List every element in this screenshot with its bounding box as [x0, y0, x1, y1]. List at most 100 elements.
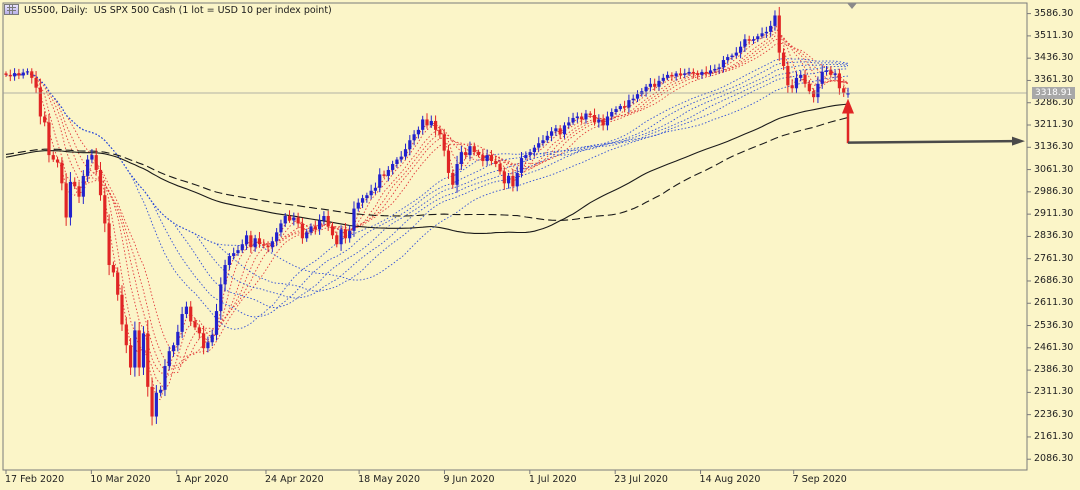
candle-body: [635, 94, 640, 99]
dark-right-arrow-icon: [847, 136, 1025, 146]
candle-body: [133, 330, 137, 368]
candle: [189, 301, 193, 327]
y-tick-label: 2911.30: [1034, 208, 1074, 220]
candle-body: [214, 311, 219, 335]
candle-body: [300, 223, 305, 239]
candle-body: [163, 366, 167, 390]
price-chart[interactable]: [0, 0, 1080, 490]
candle: [481, 148, 485, 167]
candle-body: [391, 164, 395, 170]
candle: [425, 113, 429, 129]
candle-body: [378, 174, 382, 188]
candle: [605, 111, 610, 131]
candle-body: [330, 226, 335, 236]
candle-body: [489, 155, 494, 162]
candle: [98, 162, 103, 201]
candle-body: [210, 334, 214, 343]
candle-body: [326, 216, 330, 227]
candle-body: [279, 223, 283, 233]
candle: [597, 114, 601, 128]
candle: [747, 35, 751, 45]
candle-body: [739, 46, 743, 53]
candle: [657, 75, 661, 91]
candle: [17, 68, 21, 80]
y-tick-label: 2836.30: [1034, 230, 1074, 242]
candle: [111, 261, 115, 277]
candle: [378, 168, 382, 193]
candle: [219, 277, 223, 320]
x-tick-label: 1 Jul 2020: [528, 474, 577, 485]
candle-body: [34, 77, 38, 88]
candle-body: [73, 181, 77, 187]
candle-body: [747, 39, 751, 41]
x-tick-label: 18 May 2020: [358, 474, 421, 485]
candle-body: [790, 85, 794, 89]
candle: [571, 112, 575, 125]
candle-body: [545, 135, 549, 141]
x-tick-label: 9 Jun 2020: [443, 474, 495, 485]
x-tick-label: 23 Jul 2020: [614, 474, 668, 485]
ma-line: [5, 73, 849, 281]
y-tick-label: 2461.30: [1034, 341, 1074, 353]
y-tick-label: 2761.30: [1034, 252, 1074, 264]
candle: [558, 125, 562, 139]
candle-body: [399, 156, 403, 160]
candle-body: [519, 158, 524, 173]
candle-body: [562, 125, 567, 135]
candle: [25, 68, 30, 75]
candle-body: [292, 217, 296, 221]
candle: [360, 194, 365, 209]
candle: [648, 78, 652, 92]
candle-body: [610, 112, 614, 117]
x-tick-label: 17 Feb 2020: [5, 474, 65, 485]
candle-body: [794, 77, 799, 89]
candle-body: [515, 172, 519, 187]
candle-body: [412, 134, 416, 141]
candle: [635, 90, 640, 102]
candle-body: [554, 128, 558, 132]
candle-body: [721, 60, 726, 68]
candle: [726, 54, 730, 64]
y-tick-label: 2986.30: [1034, 185, 1074, 197]
candle: [833, 70, 837, 80]
y-tick-label: 3061.30: [1034, 163, 1074, 175]
candle-body: [537, 143, 541, 148]
scroll-shift-triangle-icon[interactable]: [847, 3, 857, 9]
current-price-tag: 3318.91: [1032, 87, 1076, 99]
candle-body: [485, 155, 489, 162]
candle: [206, 336, 210, 353]
candle-body: [584, 113, 588, 120]
candle-body: [833, 73, 837, 75]
y-tick-label: 3436.30: [1034, 52, 1074, 64]
candle-body: [812, 91, 816, 98]
candle-body: [524, 155, 528, 159]
candle-body: [116, 272, 120, 295]
candle: [485, 149, 489, 166]
candle-body: [107, 223, 111, 266]
candle-body: [8, 74, 12, 77]
candle: [601, 114, 605, 131]
candle: [627, 94, 631, 113]
candle-body: [696, 73, 700, 75]
candle: [124, 316, 128, 354]
candle-body: [21, 72, 25, 76]
candle: [549, 127, 554, 142]
candle-body: [653, 83, 657, 87]
candle-body: [47, 122, 51, 156]
candle-body: [223, 265, 227, 285]
candle-body: [189, 306, 193, 322]
chart-window: US500, Daily: US SPX 500 Cash (1 lot = U…: [0, 0, 1080, 490]
candle-body: [751, 39, 756, 41]
candle: [515, 166, 519, 192]
candle-body: [236, 250, 240, 254]
candle: [369, 184, 373, 200]
candle: [47, 113, 51, 163]
candle: [498, 159, 502, 175]
candle-body: [339, 229, 343, 245]
candle: [537, 137, 541, 152]
candle-body: [829, 70, 833, 75]
y-tick-label: 3136.30: [1034, 141, 1074, 153]
candle-body: [730, 55, 734, 58]
candle: [524, 151, 528, 161]
candle-body: [51, 155, 55, 160]
